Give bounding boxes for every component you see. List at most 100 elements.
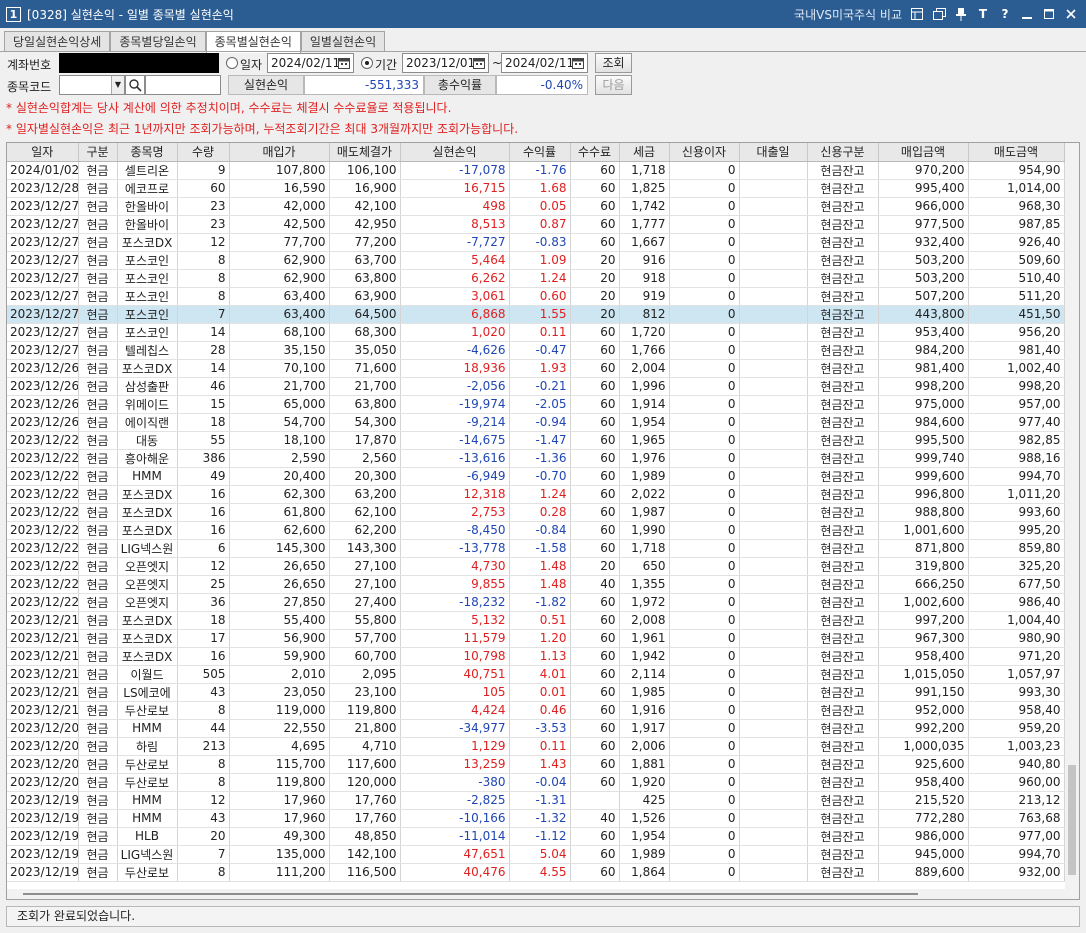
table-row[interactable]: 2023/12/27 현금 포스코인 7 63,400 64,500 6,868 1.55 20… — [7, 305, 1065, 324]
period-to-field[interactable]: 2024/02/11 — [501, 53, 588, 73]
table-cell: -13,616 — [400, 449, 510, 468]
col-credit-interest[interactable]: 신용이자 — [669, 143, 740, 162]
help-icon[interactable]: ? — [998, 7, 1012, 21]
table-cell: -17,078 — [400, 161, 510, 180]
date-radio[interactable] — [226, 57, 238, 69]
table-row[interactable]: 2023/12/19 현금 HMM 43 17,960 17,760 -10,166 -1.3… — [7, 809, 1065, 828]
stock-name-field[interactable] — [145, 75, 221, 95]
table-cell: 이월드 — [117, 665, 178, 684]
col-fee[interactable]: 수수료 — [570, 143, 620, 162]
table-row[interactable]: 2023/12/28 현금 에코프로 60 16,590 16,900 16,715 1.68… — [7, 179, 1065, 198]
tab-daily-realized-pnl[interactable]: 일별실현손익 — [300, 31, 386, 52]
table-row[interactable]: 2023/12/20 현금 하림 213 4,695 4,710 1,129 0.11 60 2,… — [7, 737, 1065, 756]
table-cell: 0.28 — [509, 503, 571, 522]
font-icon[interactable]: T — [976, 7, 990, 21]
table-row[interactable]: 2023/12/26 현금 삼성출판 46 21,700 21,700 -2,056 -0.2… — [7, 377, 1065, 396]
col-buy-amount[interactable]: 매입금액 — [878, 143, 969, 162]
table-row[interactable]: 2023/12/22 현금 LIG넥스원 6 145,300 143,300 -13,778… — [7, 539, 1065, 558]
minimize-icon[interactable] — [1020, 7, 1034, 21]
col-sell-price[interactable]: 매도체결가 — [329, 143, 401, 162]
table-row[interactable]: 2023/12/21 현금 LS에코에 43 23,050 23,100 105 0.01 60… — [7, 683, 1065, 702]
tab-stock-daily-pnl[interactable]: 종목별당일손익 — [110, 31, 206, 52]
calendar-icon[interactable] — [472, 56, 486, 70]
table-row[interactable]: 2023/12/27 현금 포스코인 8 63,400 63,900 3,061 0.60 20… — [7, 287, 1065, 306]
table-row[interactable]: 2023/12/19 현금 HMM 12 17,960 17,760 -2,825 -1.31… — [7, 791, 1065, 810]
table-cell: 현금잔고 — [807, 233, 879, 252]
tab-stock-realized-pnl[interactable]: 종목별실현손익 — [205, 31, 301, 53]
table-row[interactable]: 2023/12/21 현금 이월드 505 2,010 2,095 40,751 4.01 60… — [7, 665, 1065, 684]
table-cell: 213 — [177, 737, 230, 756]
col-sell-amount[interactable]: 매도금액 — [968, 143, 1065, 162]
tab-daily-realized-detail[interactable]: 당일실현손익상세 — [4, 31, 111, 52]
search-button[interactable] — [125, 75, 145, 95]
table-row[interactable]: 2023/12/26 현금 위메이드 15 65,000 63,800 -19,974 -2.… — [7, 395, 1065, 414]
col-buy-price[interactable]: 매입가 — [229, 143, 330, 162]
calendar-icon[interactable] — [337, 56, 351, 70]
table-row[interactable]: 2023/12/22 현금 포스코DX 16 62,300 63,200 12,318 1.2… — [7, 485, 1065, 504]
horizontal-scroll-thumb[interactable] — [23, 893, 918, 895]
query-button[interactable]: 조회 — [595, 53, 632, 73]
col-loan-date[interactable]: 대출일 — [739, 143, 808, 162]
col-date[interactable]: 일자 — [7, 143, 79, 162]
table-cell: 포스코인 — [117, 269, 178, 288]
table-row[interactable]: 2023/12/20 현금 두산로보 8 115,700 117,600 13,259 1.4… — [7, 755, 1065, 774]
col-tax[interactable]: 세금 — [619, 143, 670, 162]
table-row[interactable]: 2023/12/21 현금 포스코DX 18 55,400 55,800 5,132 0.51… — [7, 611, 1065, 630]
table-row[interactable]: 2023/12/21 현금 두산로보 8 119,000 119,800 4,424 0.46… — [7, 701, 1065, 720]
table-row[interactable]: 2023/12/27 현금 포스코인 14 68,100 68,300 1,020 0.11 6… — [7, 323, 1065, 342]
table-row[interactable]: 2023/12/20 현금 두산로보 8 119,800 120,000 -380 -0.04… — [7, 773, 1065, 792]
table-row[interactable]: 2023/12/21 현금 포스코DX 16 59,900 60,700 10,798 1.1… — [7, 647, 1065, 666]
calendar-icon[interactable] — [571, 56, 585, 70]
table-row[interactable]: 2023/12/22 현금 오픈엣지 12 26,650 27,100 4,730 1.48 2… — [7, 557, 1065, 576]
table-row[interactable]: 2023/12/19 현금 LIG넥스원 7 135,000 142,100 47,651 5… — [7, 845, 1065, 864]
col-stock[interactable]: 종목명 — [117, 143, 178, 162]
col-credit-type[interactable]: 신용구분 — [807, 143, 879, 162]
account-input[interactable] — [59, 53, 219, 73]
table-row[interactable]: 2024/01/02 현금 셀트리온 9 107,800 106,100 -17,078 -1… — [7, 161, 1065, 180]
table-row[interactable]: 2023/12/27 현금 포스코인 8 62,900 63,800 6,262 1.24 20… — [7, 269, 1065, 288]
col-type[interactable]: 구분 — [78, 143, 118, 162]
table-row[interactable]: 2023/12/21 현금 포스코DX 17 56,900 57,700 11,579 1.2… — [7, 629, 1065, 648]
table-row[interactable]: 2023/12/27 현금 포스코DX 12 77,700 77,200 -7,727 -0.… — [7, 233, 1065, 252]
table-row[interactable]: 2023/12/26 현금 에이직랜 18 54,700 54,300 -9,214 -0.9… — [7, 413, 1065, 432]
compare-link[interactable]: 국내VS미국주식 비교 — [794, 6, 902, 23]
table-row[interactable]: 2023/12/19 현금 HLB 20 49,300 48,850 -11,014 -1.1… — [7, 827, 1065, 846]
period-from-field[interactable]: 2023/12/01 — [402, 53, 489, 73]
table-cell: 981,400 — [878, 359, 969, 378]
table-row[interactable]: 2023/12/22 현금 포스코DX 16 61,800 62,100 2,753 0.28… — [7, 503, 1065, 522]
table-cell: 998,20 — [968, 377, 1065, 396]
table-cell: 997,200 — [878, 611, 969, 630]
table-row[interactable]: 2023/12/22 현금 흥아해운 386 2,590 2,560 -13,616 -1.3… — [7, 449, 1065, 468]
layout-icon[interactable] — [910, 7, 924, 21]
period-radio[interactable] — [361, 57, 373, 69]
table-row[interactable]: 2023/12/27 현금 포스코인 8 62,900 63,700 5,464 1.09 20… — [7, 251, 1065, 270]
vertical-scrollbar[interactable] — [1065, 143, 1079, 899]
col-qty[interactable]: 수량 — [177, 143, 230, 162]
col-return[interactable]: 수익률 — [509, 143, 571, 162]
close-icon[interactable] — [1064, 7, 1078, 21]
copy-window-icon[interactable] — [932, 7, 946, 21]
table-row[interactable]: 2023/12/26 현금 포스코DX 14 70,100 71,600 18,936 1.9… — [7, 359, 1065, 378]
table-cell: 현금 — [78, 755, 118, 774]
date-field[interactable]: 2024/02/11 — [267, 53, 354, 73]
table-row[interactable]: 2023/12/27 현금 텔레칩스 28 35,150 35,050 -4,626 -0.4… — [7, 341, 1065, 360]
table-row[interactable]: 2023/12/22 현금 HMM 49 20,400 20,300 -6,949 -0.70… — [7, 467, 1065, 486]
col-realized-pnl[interactable]: 실현손익 — [400, 143, 510, 162]
vertical-scroll-thumb[interactable] — [1068, 765, 1076, 875]
table-row[interactable]: 2023/12/27 현금 한올바이 23 42,000 42,100 498 0.05 60 1… — [7, 197, 1065, 216]
chevron-down-icon[interactable]: ▼ — [111, 76, 124, 94]
table-row[interactable]: 2023/12/22 현금 오픈엣지 25 26,650 27,100 9,855 1.48 4… — [7, 575, 1065, 594]
table-cell: 4.01 — [509, 665, 571, 684]
next-button[interactable]: 다음 — [595, 75, 632, 95]
table-cell: 1,976 — [619, 449, 670, 468]
stock-code-input[interactable]: ▼ — [59, 75, 125, 95]
table-row[interactable]: 2023/12/22 현금 오픈엣지 36 27,850 27,400 -18,232 -1.… — [7, 593, 1065, 612]
maximize-icon[interactable] — [1042, 7, 1056, 21]
horizontal-scrollbar[interactable] — [7, 889, 1067, 899]
table-row[interactable]: 2023/12/19 현금 두산로보 8 111,200 116,500 40,476 4.5… — [7, 863, 1065, 882]
table-row[interactable]: 2023/12/22 현금 대동 55 18,100 17,870 -14,675 -1.47… — [7, 431, 1065, 450]
pin-icon[interactable] — [954, 7, 968, 21]
table-row[interactable]: 2023/12/27 현금 한올바이 23 42,500 42,950 8,513 0.87 6… — [7, 215, 1065, 234]
table-row[interactable]: 2023/12/22 현금 포스코DX 16 62,600 62,200 -8,450 -0.… — [7, 521, 1065, 540]
table-row[interactable]: 2023/12/20 현금 HMM 44 22,550 21,800 -34,977 -3.5… — [7, 719, 1065, 738]
